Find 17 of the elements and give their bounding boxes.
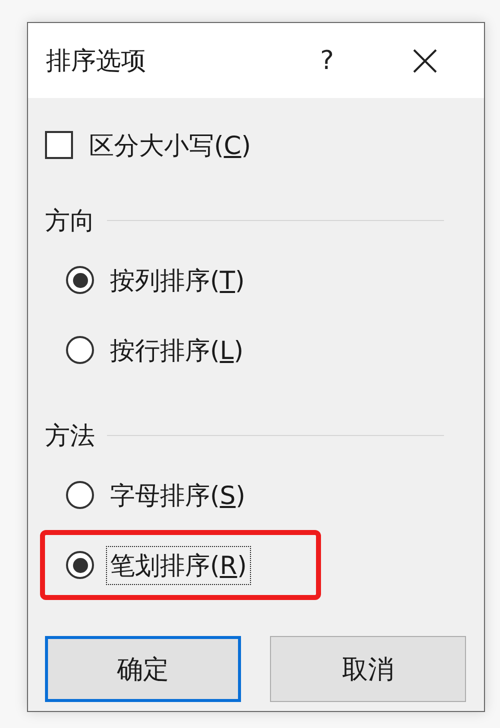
radio-button[interactable] — [66, 266, 94, 294]
close-button[interactable] — [412, 48, 438, 74]
option-label: 字母排序(S) — [109, 480, 246, 512]
help-button[interactable]: ? — [312, 46, 342, 76]
option-label: 按行排序(L) — [109, 334, 244, 366]
option-label: 按列排序(T) — [109, 264, 246, 296]
window-title: 排序选项 — [46, 45, 147, 77]
radio-button[interactable] — [66, 481, 94, 509]
cancel-button[interactable]: 取消 — [270, 636, 466, 702]
ok-button[interactable]: 确定 — [45, 636, 241, 702]
group-heading: 方法 — [45, 420, 95, 452]
option-label: 笔划排序(R) — [106, 546, 251, 584]
option-label: 区分大小写(C) — [88, 130, 252, 162]
checkbox[interactable] — [45, 131, 73, 159]
group-heading: 方向 — [45, 204, 95, 236]
radio-button[interactable] — [66, 336, 94, 364]
radio-button[interactable] — [66, 551, 94, 579]
